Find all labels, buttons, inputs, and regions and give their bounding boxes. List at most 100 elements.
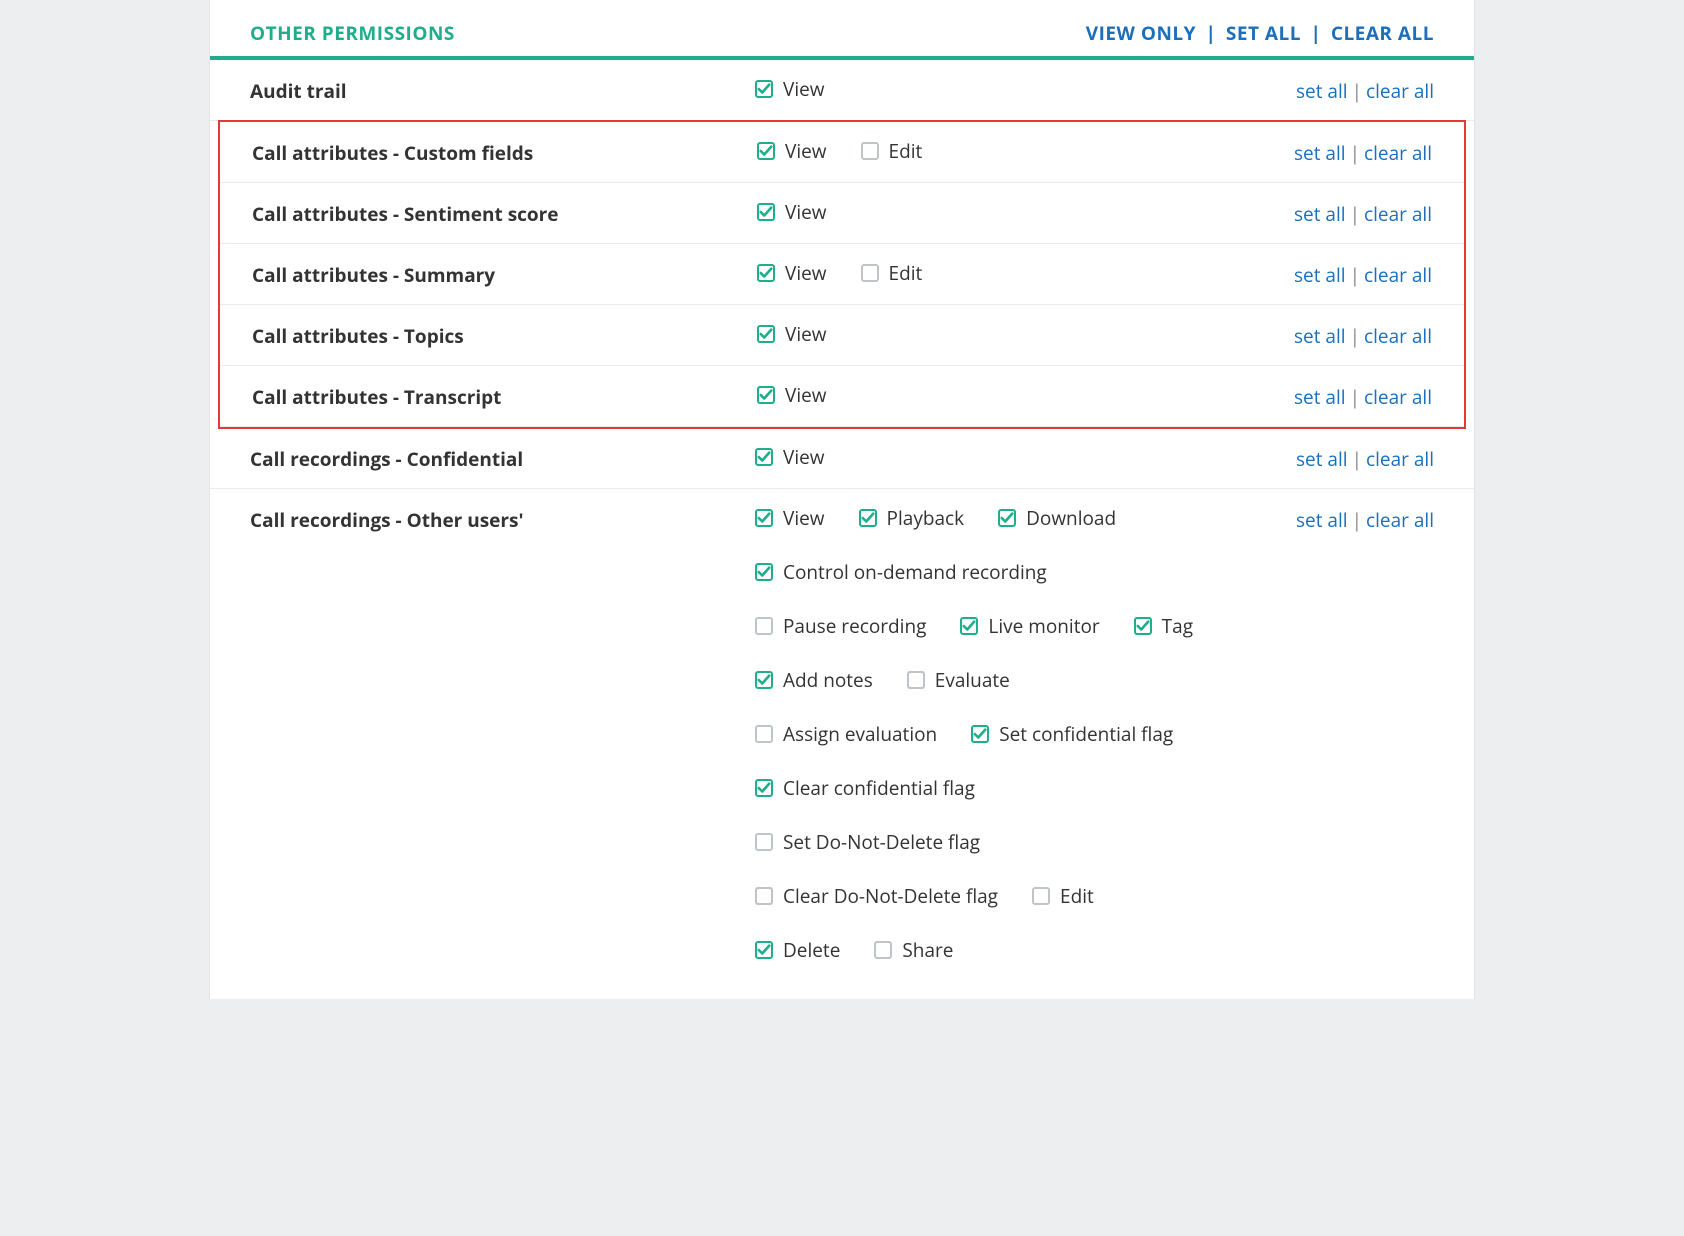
checkbox-icon[interactable] <box>757 264 775 282</box>
checkbox-icon[interactable] <box>757 203 775 221</box>
row-actions: set all|clear all <box>1264 444 1434 472</box>
checkbox-icon[interactable] <box>755 671 773 689</box>
perm-label: View <box>785 138 827 164</box>
perm-control-on-demand-recording[interactable]: Control on-demand recording <box>755 559 1047 585</box>
checkbox-icon[interactable] <box>755 563 773 581</box>
row-clear-all[interactable]: clear all <box>1366 507 1434 533</box>
row-clear-all[interactable]: clear all <box>1364 201 1432 227</box>
perm-view[interactable]: View <box>757 321 827 347</box>
checkbox-icon[interactable] <box>755 779 773 797</box>
permission-rows: Audit trailViewset all|clear allCall att… <box>210 60 1474 979</box>
checkbox-icon[interactable] <box>755 941 773 959</box>
checkbox-icon[interactable] <box>757 386 775 404</box>
row-actions: set all|clear all <box>1262 321 1432 349</box>
row-set-all[interactable]: set all <box>1294 140 1346 166</box>
permission-options: View Playback Download Control on-demand re… <box>755 505 1264 963</box>
perm-label: Playback <box>887 505 965 531</box>
perm-live-monitor[interactable]: Live monitor <box>960 613 1099 639</box>
checkbox-icon[interactable] <box>998 509 1016 527</box>
perm-view[interactable]: View <box>757 382 827 408</box>
section-header: OTHER PERMISSIONS VIEW ONLY | SET ALL | … <box>210 0 1474 60</box>
perm-view[interactable]: View <box>757 138 827 164</box>
permission-name: Call attributes - Topics <box>252 321 757 349</box>
perm-edit[interactable]: Edit <box>1032 883 1094 909</box>
perm-set-confidential-flag[interactable]: Set confidential flag <box>971 721 1173 747</box>
permission-row-audit-trail: Audit trailViewset all|clear all <box>210 60 1474 121</box>
perm-label: View <box>785 199 827 225</box>
checkbox-icon[interactable] <box>861 142 879 160</box>
checkbox-icon[interactable] <box>1134 617 1152 635</box>
perm-label: Edit <box>1060 883 1094 909</box>
header-set-all[interactable]: SET ALL <box>1226 20 1301 46</box>
perm-clear-do-not-delete-flag[interactable]: Clear Do-Not-Delete flag <box>755 883 998 909</box>
checkbox-icon[interactable] <box>907 671 925 689</box>
checkbox-icon[interactable] <box>755 509 773 527</box>
row-set-all[interactable]: set all <box>1294 384 1346 410</box>
perm-label: Download <box>1026 505 1116 531</box>
checkbox-icon[interactable] <box>755 617 773 635</box>
row-actions: set all|clear all <box>1264 76 1434 104</box>
checkbox-icon[interactable] <box>755 80 773 98</box>
perm-label: Live monitor <box>988 613 1099 639</box>
section-title: OTHER PERMISSIONS <box>250 20 455 46</box>
header-actions: VIEW ONLY | SET ALL | CLEAR ALL <box>1086 20 1434 46</box>
row-clear-all[interactable]: clear all <box>1364 140 1432 166</box>
checkbox-icon[interactable] <box>971 725 989 743</box>
perm-view[interactable]: View <box>755 444 825 470</box>
row-set-all[interactable]: set all <box>1296 507 1348 533</box>
permission-row-call-attr-topics: Call attributes - TopicsView set all|clea… <box>220 305 1464 366</box>
permission-options: View <box>755 444 1264 470</box>
perm-view[interactable]: View <box>755 76 825 102</box>
checkbox-icon[interactable] <box>755 448 773 466</box>
perm-edit[interactable]: Edit <box>861 138 923 164</box>
perm-view[interactable]: View <box>755 505 825 531</box>
row-actions: set all|clear all <box>1262 382 1432 410</box>
perm-label: Set confidential flag <box>999 721 1173 747</box>
checkbox-icon[interactable] <box>874 941 892 959</box>
permission-options: View <box>755 76 1264 102</box>
perm-assign-evaluation[interactable]: Assign evaluation <box>755 721 937 747</box>
checkbox-icon[interactable] <box>861 264 879 282</box>
permission-name: Call recordings - Other users' <box>250 505 755 533</box>
perm-delete[interactable]: Delete <box>755 937 840 963</box>
row-set-all[interactable]: set all <box>1296 78 1348 104</box>
perm-share[interactable]: Share <box>874 937 953 963</box>
row-set-all[interactable]: set all <box>1294 262 1346 288</box>
checkbox-icon[interactable] <box>755 833 773 851</box>
row-set-all[interactable]: set all <box>1294 323 1346 349</box>
row-clear-all[interactable]: clear all <box>1366 446 1434 472</box>
row-set-all[interactable]: set all <box>1296 446 1348 472</box>
perm-view[interactable]: View <box>757 199 827 225</box>
checkbox-icon[interactable] <box>755 887 773 905</box>
highlighted-rows: Call attributes - Custom fieldsViewEdits… <box>218 120 1466 429</box>
checkbox-icon[interactable] <box>960 617 978 635</box>
checkbox-icon[interactable] <box>859 509 877 527</box>
header-view-only[interactable]: VIEW ONLY <box>1086 20 1196 46</box>
row-actions: set all|clear all <box>1262 138 1432 166</box>
perm-edit[interactable]: Edit <box>861 260 923 286</box>
row-clear-all[interactable]: clear all <box>1364 262 1432 288</box>
row-clear-all[interactable]: clear all <box>1364 323 1432 349</box>
perm-clear-confidential-flag[interactable]: Clear confidential flag <box>755 775 975 801</box>
checkbox-icon[interactable] <box>757 325 775 343</box>
perm-view[interactable]: View <box>757 260 827 286</box>
perm-download[interactable]: Download <box>998 505 1116 531</box>
perm-label: Share <box>902 937 953 963</box>
checkbox-icon[interactable] <box>755 725 773 743</box>
perm-set-do-not-delete-flag[interactable]: Set Do-Not-Delete flag <box>755 829 980 855</box>
row-set-all[interactable]: set all <box>1294 201 1346 227</box>
permission-row-call-attr-transcript: Call attributes - TranscriptViewset all|… <box>220 366 1464 427</box>
checkbox-icon[interactable] <box>1032 887 1050 905</box>
perm-evaluate[interactable]: Evaluate <box>907 667 1010 693</box>
row-clear-all[interactable]: clear all <box>1366 78 1434 104</box>
perm-pause-recording[interactable]: Pause recording <box>755 613 926 639</box>
checkbox-icon[interactable] <box>757 142 775 160</box>
perm-playback[interactable]: Playback <box>859 505 965 531</box>
row-clear-all[interactable]: clear all <box>1364 384 1432 410</box>
permission-options: View <box>757 382 1262 408</box>
header-clear-all[interactable]: CLEAR ALL <box>1331 20 1434 46</box>
perm-add-notes[interactable]: Add notes <box>755 667 873 693</box>
perm-label: View <box>783 76 825 102</box>
perm-tag[interactable]: Tag <box>1134 613 1193 639</box>
permission-options: View Edit <box>757 260 1262 286</box>
